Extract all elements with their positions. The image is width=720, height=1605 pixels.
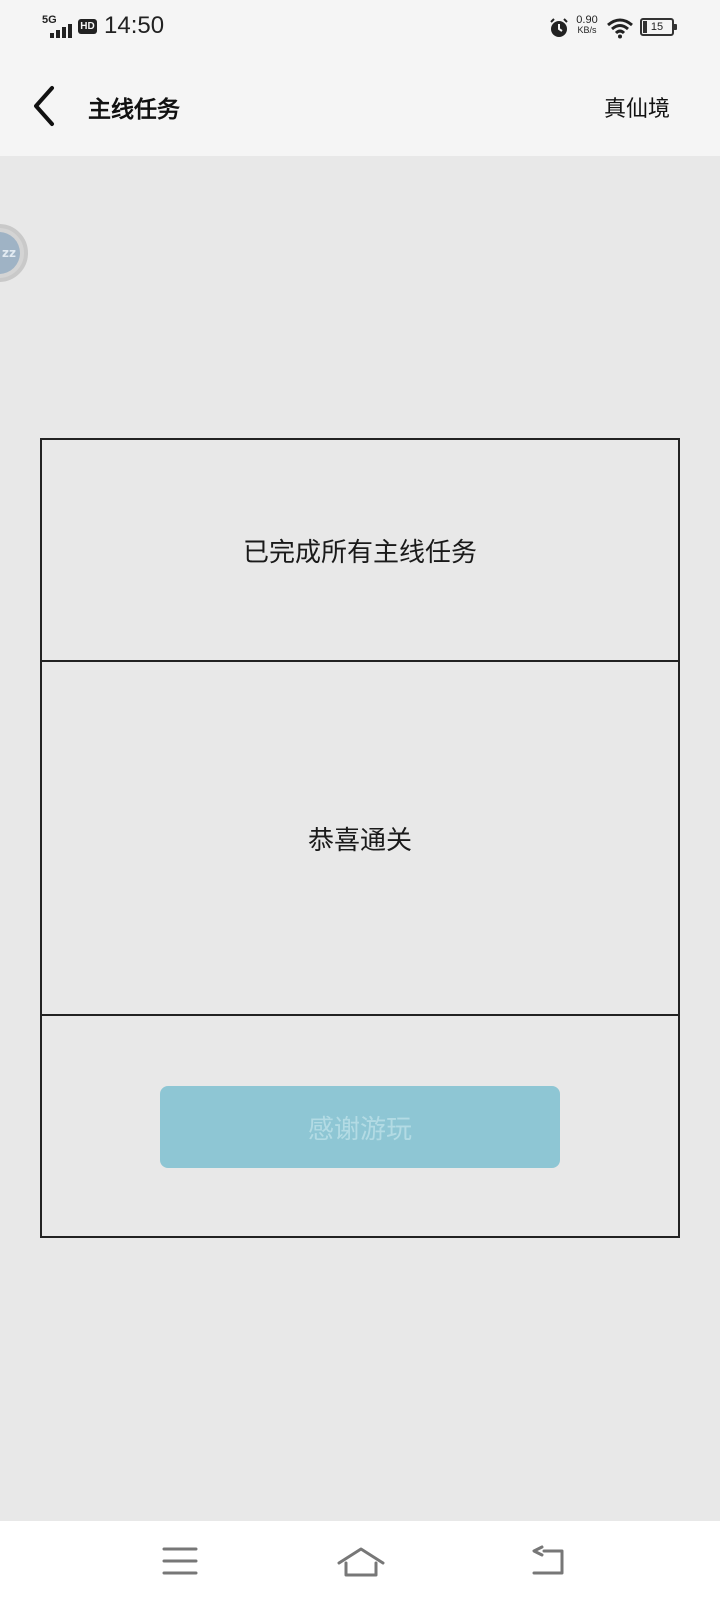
return-button[interactable] xyxy=(518,1537,578,1587)
congrats-section: 恭喜通关 xyxy=(42,662,678,1016)
content-area: zz 已完成所有主线任务 恭喜通关 感谢游玩 xyxy=(0,156,720,1521)
battery-level: 15 xyxy=(650,21,664,33)
net-speed-value: 0.90 xyxy=(576,14,598,26)
page-title: 主线任务 xyxy=(88,97,180,123)
quest-card: 已完成所有主线任务 恭喜通关 感谢游玩 xyxy=(40,438,680,1238)
home-button[interactable] xyxy=(331,1537,391,1587)
congrats-text: 恭喜通关 xyxy=(307,825,412,856)
net-speed-unit: KB/s xyxy=(577,25,597,35)
thanks-for-playing-button[interactable]: 感谢游玩 xyxy=(160,1086,560,1168)
alarm-icon xyxy=(550,18,568,37)
status-bar: 5G HD 14:50 0.90 KB/s 15 xyxy=(0,0,720,58)
quest-status-text: 已完成所有主线任务 xyxy=(242,537,477,568)
realm-label: 真仙境 xyxy=(603,97,670,122)
avatar: zz xyxy=(0,232,20,274)
menu-button[interactable] xyxy=(150,1537,210,1587)
chevron-left-icon xyxy=(34,86,54,126)
clock: 14:50 xyxy=(104,12,165,39)
system-nav-bar xyxy=(0,1521,720,1605)
action-section: 感谢游玩 xyxy=(42,1016,678,1236)
hd-badge: HD xyxy=(78,19,97,34)
back-button[interactable] xyxy=(24,80,68,132)
home-icon xyxy=(337,1547,385,1577)
nav-header: 主线任务 真仙境 xyxy=(0,58,720,156)
battery-icon: 15 xyxy=(640,18,677,36)
net-speed: 0.90 KB/s xyxy=(572,14,602,36)
wifi-icon xyxy=(607,18,633,39)
return-icon xyxy=(532,1545,564,1575)
menu-icon xyxy=(162,1547,198,1575)
floating-avatar-button[interactable]: zz xyxy=(0,224,28,282)
signal-bars-icon xyxy=(50,24,72,38)
quest-status-section: 已完成所有主线任务 xyxy=(42,440,678,662)
